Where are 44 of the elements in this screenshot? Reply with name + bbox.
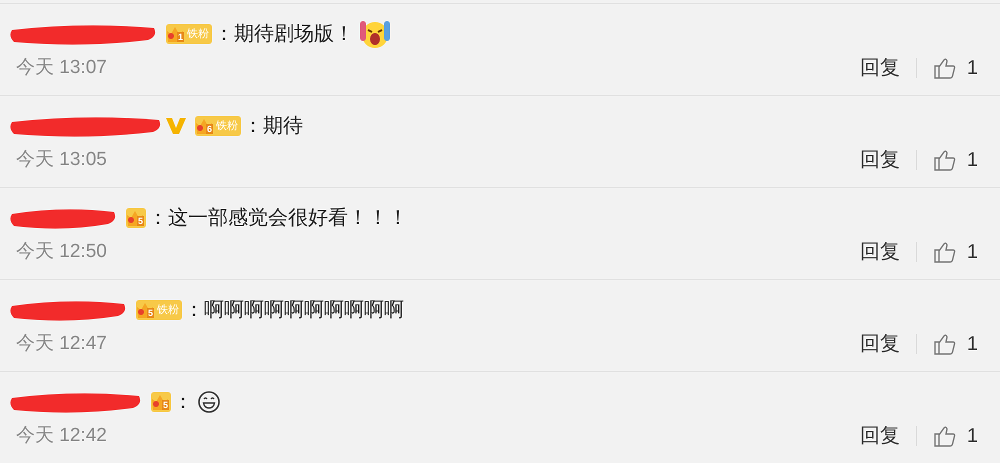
like-count: 1 xyxy=(966,332,978,357)
grinning-face-icon xyxy=(197,390,222,414)
comment-time: 今天 12:42 xyxy=(15,424,107,448)
comment-text: 期待 xyxy=(263,114,304,139)
screaming-face-icon xyxy=(358,18,392,50)
level-number: 5 xyxy=(137,216,144,226)
fan-label: 铁粉 xyxy=(156,303,180,317)
thumbs-up-icon xyxy=(932,332,957,356)
level-number: 5 xyxy=(162,400,170,410)
level-number: 6 xyxy=(206,124,214,134)
like-button[interactable]: 1 xyxy=(932,329,978,359)
reply-button[interactable]: 回复 xyxy=(860,421,900,451)
like-button[interactable]: 1 xyxy=(932,237,978,267)
colon: ： xyxy=(173,390,194,415)
like-count: 1 xyxy=(966,56,978,81)
colon: ： xyxy=(214,22,234,47)
like-count: 1 xyxy=(966,148,978,173)
like-button[interactable]: 1 xyxy=(932,53,978,83)
fan-label: 铁粉 xyxy=(186,27,210,41)
comment-text: 期待剧场版！ xyxy=(234,22,354,47)
like-button[interactable]: 1 xyxy=(932,421,978,451)
comment-text: 这一部感觉会很好看！！！ xyxy=(168,206,408,231)
colon: ： xyxy=(184,298,204,323)
like-button[interactable]: 1 xyxy=(932,145,978,175)
reply-button[interactable]: 回复 xyxy=(860,145,900,175)
like-count: 1 xyxy=(966,424,978,449)
reply-button[interactable]: 回复 xyxy=(860,237,900,267)
thumbs-up-icon xyxy=(932,56,957,80)
comment-time: 今天 12:50 xyxy=(15,240,107,264)
colon: ： xyxy=(148,206,168,231)
thumbs-up-icon xyxy=(932,148,957,172)
level-number: 5 xyxy=(147,308,154,318)
comment-time: 今天 13:05 xyxy=(15,148,107,172)
comment-time: 今天 12:47 xyxy=(15,332,107,356)
like-count: 1 xyxy=(966,240,978,265)
comment-text: 啊啊啊啊啊啊啊啊啊啊 xyxy=(204,298,404,323)
thumbs-up-icon xyxy=(932,240,957,264)
reply-button[interactable]: 回复 xyxy=(860,329,900,359)
reply-button[interactable]: 回复 xyxy=(860,53,900,83)
level-number: 1 xyxy=(177,32,184,42)
comment-time: 今天 13:07 xyxy=(15,56,107,80)
thumbs-up-icon xyxy=(932,424,957,448)
colon: ： xyxy=(243,114,264,139)
fan-label: 铁粉 xyxy=(215,119,240,133)
